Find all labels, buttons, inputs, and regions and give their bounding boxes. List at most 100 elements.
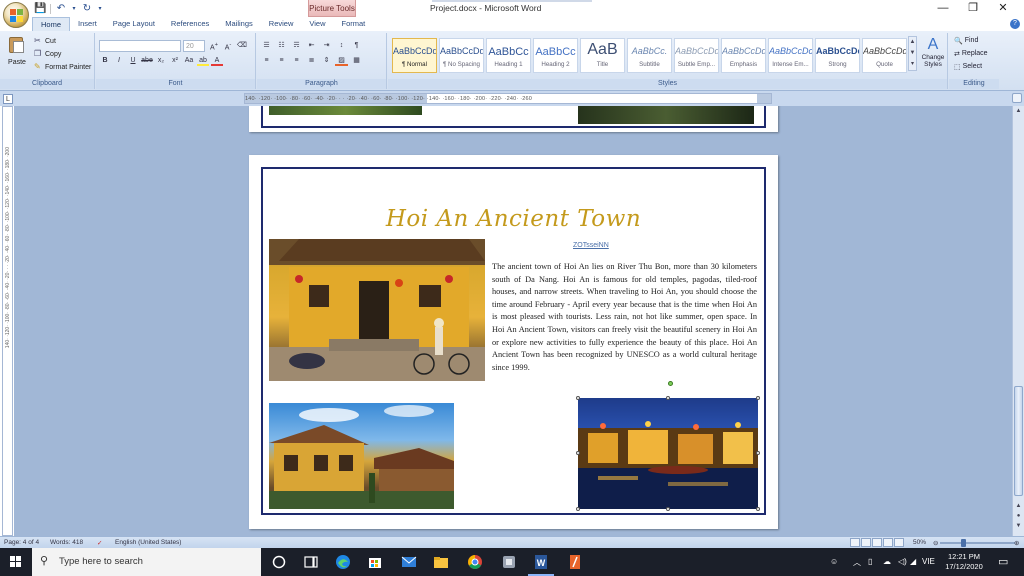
multilevel-list-icon[interactable]: ☴ xyxy=(290,40,303,51)
restore-button[interactable]: ❐ xyxy=(958,1,988,15)
format-painter-button[interactable]: ✎ Format Painter xyxy=(34,63,91,71)
chrome-icon[interactable] xyxy=(466,553,484,571)
resize-handle[interactable] xyxy=(666,396,670,400)
style-heading-2[interactable]: AaBbCc Heading 2 xyxy=(533,38,578,73)
strikethrough-icon[interactable]: abe xyxy=(141,55,153,66)
font-size-combo[interactable]: 20 xyxy=(183,40,205,52)
align-right-icon[interactable]: ≡ xyxy=(290,55,303,66)
resize-handle[interactable] xyxy=(756,451,760,455)
style-quote[interactable]: AaBbCcDd Quote xyxy=(862,38,907,73)
redo-icon[interactable]: ↻ xyxy=(81,3,93,15)
windows-start-icon[interactable] xyxy=(10,556,22,568)
tab-selector[interactable]: L xyxy=(3,94,13,104)
help-icon[interactable]: ? xyxy=(1010,19,1020,29)
outline-icon[interactable] xyxy=(883,538,893,547)
store-icon[interactable] xyxy=(366,553,384,571)
clear-format-icon[interactable]: ⌫ xyxy=(236,40,248,51)
mail-icon[interactable] xyxy=(400,553,418,571)
shrink-font-icon[interactable]: A- xyxy=(222,40,234,51)
change-case-icon[interactable]: Aa xyxy=(183,55,195,66)
style-normal[interactable]: AaBbCcDd ¶ Normal xyxy=(392,38,437,73)
copy-button[interactable]: ❐ Copy xyxy=(34,50,61,58)
justify-icon[interactable]: ≣ xyxy=(305,55,318,66)
find-button[interactable]: 🔍 Find xyxy=(954,37,978,45)
show-hidden-icons-icon[interactable]: ︿ xyxy=(853,557,861,568)
styles-gallery-scroll[interactable]: ▲ ▼ ▾ xyxy=(908,36,917,71)
tab-view[interactable]: View xyxy=(301,17,333,31)
style-strong[interactable]: AaBbCcDc Strong xyxy=(815,38,860,73)
resize-handle[interactable] xyxy=(756,396,760,400)
style-subtle-emphasis[interactable]: AaBbCcDd Subtle Emp... xyxy=(674,38,719,73)
replace-button[interactable]: ⇄ Replace xyxy=(954,50,988,58)
scroll-up-icon[interactable]: ▲ xyxy=(1014,107,1023,115)
word-taskbar-icon[interactable]: W xyxy=(528,553,554,576)
tab-references[interactable]: References xyxy=(163,17,217,31)
draft-icon[interactable] xyxy=(894,538,904,547)
vertical-scrollbar[interactable]: ▲ ▲ ● ▼ xyxy=(1012,106,1024,536)
input-language[interactable]: VIE xyxy=(922,557,935,566)
bold-icon[interactable]: B xyxy=(99,55,111,66)
task-view-icon[interactable] xyxy=(302,553,320,571)
office-button[interactable] xyxy=(3,2,29,28)
cortana-icon[interactable] xyxy=(270,553,288,571)
taskbar-search[interactable]: ⚲ Type here to search xyxy=(32,548,261,576)
zoom-level[interactable]: 50% xyxy=(913,539,926,546)
battery-icon[interactable]: ▯ xyxy=(868,557,872,566)
style-emphasis[interactable]: AaBbCcDd Emphasis xyxy=(721,38,766,73)
customize-qat-icon[interactable]: ▾ xyxy=(97,3,103,15)
cut-button[interactable]: ✂ Cut xyxy=(34,37,56,45)
borders-icon[interactable]: ▦ xyxy=(350,55,363,66)
full-screen-reading-icon[interactable] xyxy=(861,538,871,547)
web-layout-icon[interactable] xyxy=(872,538,882,547)
onedrive-icon[interactable]: ☁ xyxy=(883,557,891,566)
next-page-icon[interactable]: ▼ xyxy=(1014,522,1023,530)
style-intense-emphasis[interactable]: AaBbCcDc Intense Em... xyxy=(768,38,813,73)
superscript-icon[interactable]: x² xyxy=(169,55,181,66)
tab-review[interactable]: Review xyxy=(261,17,302,31)
document-workspace[interactable]: Hoi An Ancient Town ZOTsseiNN The ancien… xyxy=(14,106,1012,536)
change-styles-button[interactable]: A Change Styles xyxy=(919,36,947,68)
font-color-icon[interactable]: A xyxy=(211,55,223,66)
paste-button[interactable]: Paste xyxy=(6,35,28,69)
photo-japanese-bridge[interactable] xyxy=(269,403,454,509)
resize-handle[interactable] xyxy=(756,507,760,511)
select-button[interactable]: ⬚ Select xyxy=(954,63,982,71)
edge-icon[interactable] xyxy=(334,553,352,571)
resize-handle[interactable] xyxy=(576,396,580,400)
bullets-icon[interactable]: ☰ xyxy=(260,40,273,51)
italic-icon[interactable]: I xyxy=(113,55,125,66)
increase-indent-icon[interactable]: ⇥ xyxy=(320,40,333,51)
sort-icon[interactable]: ↕ xyxy=(335,40,348,51)
notification-center-icon[interactable]: ▭ xyxy=(998,555,1008,568)
page-count[interactable]: Page: 4 of 4 xyxy=(4,539,39,546)
style-title[interactable]: AaB Title xyxy=(580,38,625,73)
resize-handle[interactable] xyxy=(576,451,580,455)
system-clock[interactable]: 12:21 PM 17/12/2020 xyxy=(938,552,990,572)
language-indicator[interactable]: English (United States) xyxy=(115,539,181,546)
font-name-combo[interactable] xyxy=(99,40,181,52)
decrease-indent-icon[interactable]: ⇤ xyxy=(305,40,318,51)
subscript-icon[interactable]: x₂ xyxy=(155,55,167,66)
align-center-icon[interactable]: ≡ xyxy=(275,55,288,66)
zoom-slider-knob[interactable] xyxy=(961,539,966,547)
app-icon[interactable] xyxy=(500,553,518,571)
style-subtitle[interactable]: AaBbCc. Subtitle xyxy=(627,38,672,73)
undo-icon[interactable]: ↶ xyxy=(55,3,67,15)
zoom-out-icon[interactable]: ⊖ xyxy=(933,539,938,547)
vertical-ruler[interactable]: 140· ·120· ·100· ·80· ·60· ·40· ·20· · ·… xyxy=(2,106,13,536)
resize-handle[interactable] xyxy=(576,507,580,511)
undo-dropdown-icon[interactable]: ▾ xyxy=(71,3,77,15)
resize-handle[interactable] xyxy=(666,507,670,511)
network-icon[interactable]: ◢ xyxy=(910,557,916,566)
close-button[interactable]: ✕ xyxy=(988,1,1018,15)
current-page[interactable]: Hoi An Ancient Town ZOTsseiNN The ancien… xyxy=(249,155,778,529)
browse-object-icon[interactable]: ● xyxy=(1014,512,1023,520)
paint-icon[interactable] xyxy=(566,553,584,571)
print-layout-icon[interactable] xyxy=(850,538,860,547)
document-title[interactable]: Hoi An Ancient Town xyxy=(249,206,778,232)
tab-insert[interactable]: Insert xyxy=(70,17,105,31)
underline-icon[interactable]: U xyxy=(127,55,139,66)
photo-yellow-house[interactable] xyxy=(269,239,485,381)
minimize-button[interactable]: — xyxy=(928,1,958,15)
style-no-spacing[interactable]: AaBbCcDd ¶ No Spacing xyxy=(439,38,484,73)
